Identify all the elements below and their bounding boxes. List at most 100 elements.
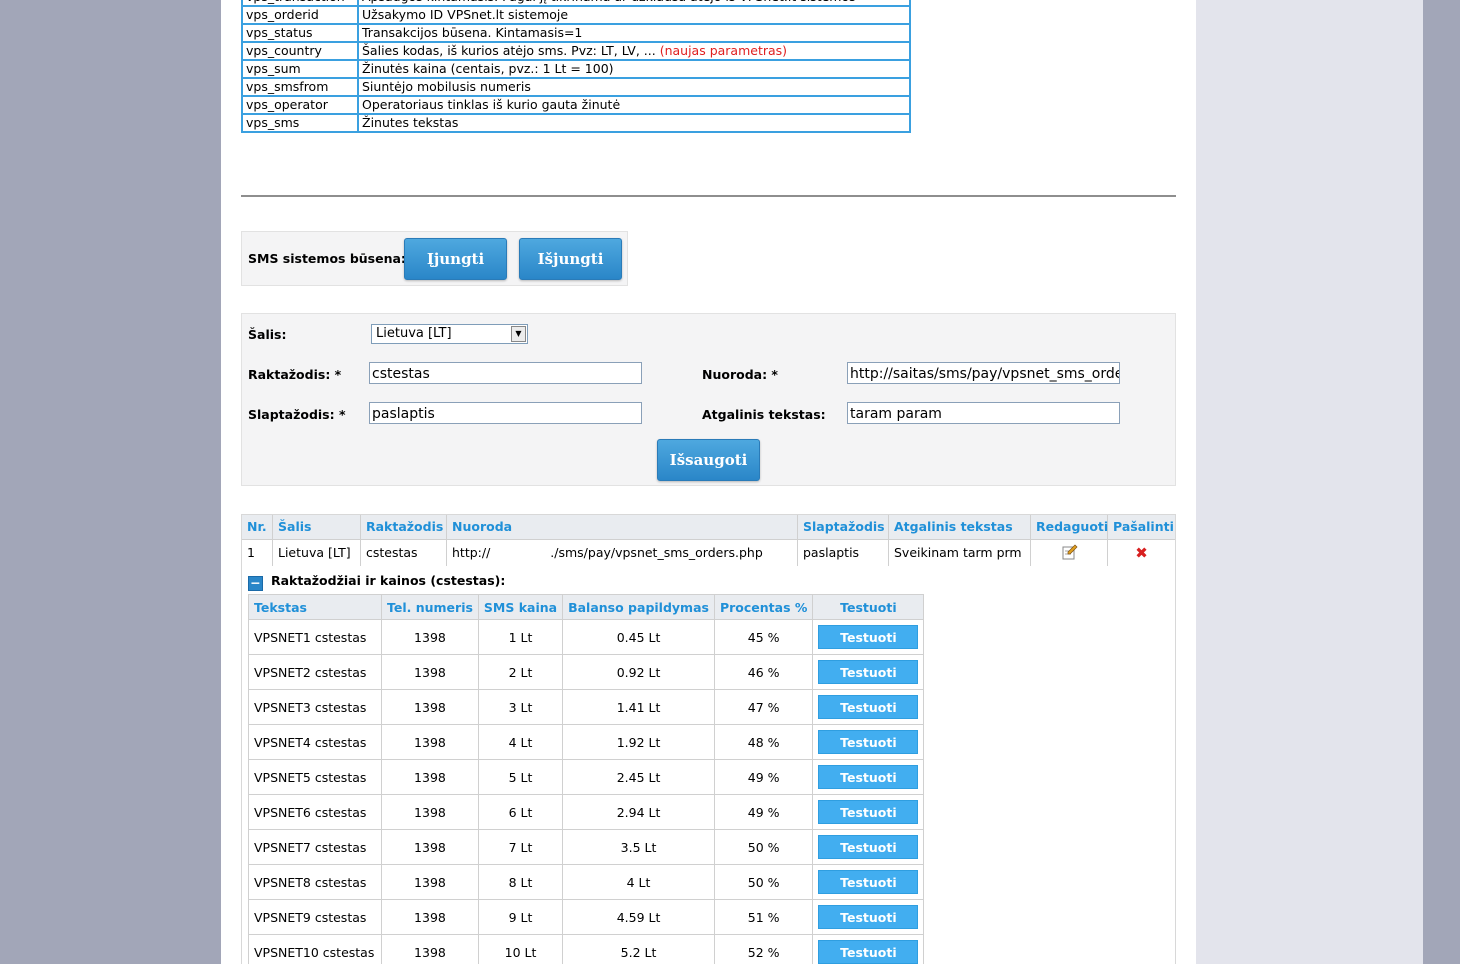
parameters-table: vps_transactionApsaugos kintamasis. Paga… [241,0,911,133]
header-balance[interactable]: Balanso papildymas [562,594,715,620]
test-button[interactable]: Testuoti [818,695,919,719]
cell-text: VPSNET10 cstestas [248,934,382,964]
save-button[interactable]: Išsaugoti [657,439,760,481]
price-row: VPSNET9 cstestas 1398 9 Lt 4.59 Lt 51 % Testu… [248,899,925,935]
cell-phone: 1398 [381,899,479,935]
header-edit: Redaguoti [1031,515,1108,539]
param-description: Žinutes tekstas [357,113,911,133]
cell-sms-price: 4 Lt [477,724,564,760]
cell-text: VPSNET5 cstestas [248,759,382,795]
test-button[interactable]: Testuoti [818,765,919,789]
sms-status-label: SMS sistemos būsena: [248,251,406,266]
param-description: Šalies kodas, iš kurios atėjo sms. Pvz: … [357,41,911,61]
subsection-title: Raktažodžiai ir kainos (cstestas): [271,573,506,588]
cell-phone: 1398 [381,864,479,900]
cell-nr: 1 [242,540,273,566]
cell-test: Testuoti [812,689,925,725]
country-select[interactable]: Lietuva [LT] ▼ [371,324,528,344]
cell-text: VPSNET2 cstestas [248,654,382,690]
price-row: VPSNET1 cstestas 1398 1 Lt 0.45 Lt 45 % Testu… [248,619,925,655]
test-button[interactable]: Testuoti [818,835,919,859]
test-button[interactable]: Testuoti [818,800,919,824]
param-description-text: Žinutes tekstas [362,115,459,130]
url-input[interactable]: http://saitas/sms/pay/vpsnet_sms_orders.… [847,362,1120,384]
url-label: Nuoroda: * [702,367,778,382]
reply-text-input[interactable]: taram param [847,402,1120,424]
cell-phone: 1398 [381,654,479,690]
param-description: Operatoriaus tinklas iš kurio gauta žinu… [357,95,911,115]
collapse-icon[interactable]: − [248,576,263,591]
cell-delete: ✖ [1108,540,1175,566]
header-sms-price[interactable]: SMS kaina [477,594,564,620]
cell-test: Testuoti [812,864,925,900]
pencil-icon[interactable] [1062,543,1078,560]
cell-balance: 2.94 Lt [562,794,715,830]
country-select-value: Lietuva [LT] [376,326,452,341]
param-row: vps_operator Operatoriaus tinklas iš kuri… [241,95,911,115]
cell-test: Testuoti [812,829,925,865]
header-password[interactable]: Slaptažodis [798,515,889,539]
test-button[interactable]: Testuoti [818,940,919,964]
cell-percent: 50 % [713,829,814,865]
param-description-text: Žinutės kaina (centais, pvz.: 1 Lt = 100… [362,61,614,76]
header-test: Testuoti [812,594,925,620]
chevron-down-icon[interactable]: ▼ [511,326,526,342]
cell-balance: 0.92 Lt [562,654,715,690]
cell-test: Testuoti [812,759,925,795]
test-button[interactable]: Testuoti [818,730,919,754]
param-row: vps_sum Žinutės kaina (centais, pvz.: 1 L… [241,59,911,79]
cell-country: Lietuva [LT] [273,540,361,566]
test-button[interactable]: Testuoti [818,870,919,894]
cell-text: VPSNET6 cstestas [248,794,382,830]
keywords-subsection-header: − Raktažodžiai ir kainos (cstestas): [248,573,505,591]
cell-keyword: cstestas [361,540,447,566]
param-row: vps_smsfrom Siuntėjo mobilusis numeris [241,77,911,97]
test-button[interactable]: Testuoti [818,905,919,929]
header-phone[interactable]: Tel. numeris [381,594,479,620]
test-button[interactable]: Testuoti [818,625,919,649]
disable-button[interactable]: Išjungti [519,238,622,280]
header-reply[interactable]: Atgalinis tekstas [889,515,1031,539]
cell-percent: 47 % [713,689,814,725]
password-input[interactable]: paslaptis [369,402,642,424]
cell-percent: 50 % [713,864,814,900]
param-name: vps_sum [241,59,359,79]
price-row: VPSNET3 cstestas 1398 3 Lt 1.41 Lt 47 % Testu… [248,689,925,725]
cell-text: VPSNET3 cstestas [248,689,382,725]
header-country[interactable]: Šalis [273,515,361,539]
page-content: vps_transactionApsaugos kintamasis. Paga… [221,0,1196,964]
header-percent[interactable]: Procentas % [713,594,814,620]
cell-phone: 1398 [381,759,479,795]
price-row: VPSNET8 cstestas 1398 8 Lt 4 Lt 50 % Testuoti [248,864,925,900]
param-name: vps_smsfrom [241,77,359,97]
cell-text: VPSNET7 cstestas [248,829,382,865]
cell-phone: 1398 [381,934,479,964]
cell-balance: 1.92 Lt [562,724,715,760]
param-row: vps_sms Žinutes tekstas [241,113,911,133]
cell-text: VPSNET1 cstestas [248,619,382,655]
cell-test: Testuoti [812,794,925,830]
enable-button[interactable]: Įjungti [404,238,507,280]
header-keyword[interactable]: Raktažodis [361,515,447,539]
cell-sms-price: 9 Lt [477,899,564,935]
cell-edit [1031,540,1108,566]
header-text[interactable]: Tekstas [248,594,382,620]
cell-percent: 52 % [713,934,814,964]
x-icon[interactable]: ✖ [1135,544,1148,562]
param-name: vps_orderid [241,5,359,25]
divider [241,195,1176,197]
cell-sms-price: 8 Lt [477,864,564,900]
password-label: Slaptažodis: * [248,407,346,422]
header-url[interactable]: Nuoroda [447,515,798,539]
param-description-text: Apsaugos kintamasis. Pagal jį tikrinama … [362,0,856,4]
sms-status-panel: SMS sistemos būsena: Įjungti Išjungti [241,231,628,286]
keyword-input[interactable]: cstestas [369,362,642,384]
test-button[interactable]: Testuoti [818,660,919,684]
param-name: vps_sms [241,113,359,133]
cell-percent: 49 % [713,794,814,830]
param-name: vps_status [241,23,359,43]
cell-percent: 46 % [713,654,814,690]
header-nr[interactable]: Nr. [242,515,273,539]
cell-balance: 3.5 Lt [562,829,715,865]
cell-test: Testuoti [812,724,925,760]
